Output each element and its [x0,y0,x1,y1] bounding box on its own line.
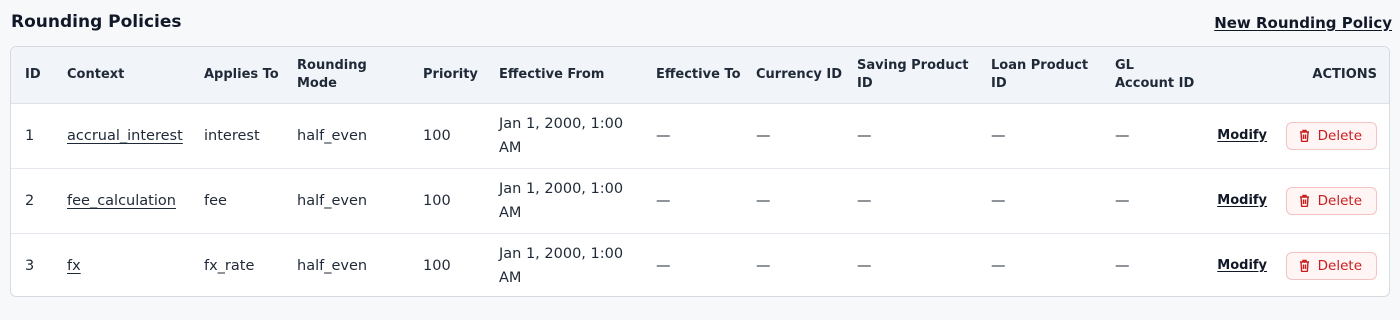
delete-label: Delete [1317,257,1362,274]
cell-actions: Modify Delete [1197,103,1389,168]
table-header-row: ID Context Applies To Rounding Mode Prio… [11,47,1389,104]
header-currency-id: Currency ID [742,47,843,104]
cell-applies-to: fx_rate [190,232,283,296]
cell-rounding-mode: half_even [283,232,409,296]
header-context: Context [53,47,190,104]
table-row: 1 accrual_interest interest half_even 10… [11,103,1389,168]
delete-button[interactable]: Delete [1285,251,1377,280]
table-row: 3 fx fx_rate half_even 100 Jan 1, 2000, … [11,232,1389,296]
header-effective-to: Effective To [642,47,742,104]
cell-currency-id: — [756,127,771,144]
page-title: Rounding Policies [11,12,182,32]
cell-applies-to: interest [204,127,260,144]
new-rounding-policy-link[interactable]: New Rounding Policy [1214,14,1392,32]
cell-effective-to: — [656,127,671,144]
header-effective-from: Effective From [485,47,642,104]
context-link[interactable]: fee_calculation [67,193,176,209]
trash-icon [1299,129,1310,142]
header-loan-product-id: Loan Product ID [977,47,1101,104]
header-priority: Priority [409,47,485,104]
cell-currency-id: — [742,232,843,296]
header-rounding-mode: Rounding Mode [283,47,409,104]
cell-currency-id: — [742,167,843,233]
delete-button[interactable]: Delete [1285,186,1377,215]
cell-gl-account-id: — [1101,167,1197,233]
cell-id: 2 [11,167,53,233]
cell-priority: 100 [423,127,451,144]
header-applies-to: Applies To [190,47,283,104]
modify-link[interactable]: Modify [1217,258,1267,273]
cell-effective-to: — [642,167,742,233]
delete-label: Delete [1317,127,1362,144]
cell-rounding-mode: half_even [297,127,368,144]
cell-loan-product-id: — [977,232,1101,296]
cell-saving-product-id: — [857,127,872,144]
modify-link[interactable]: Modify [1217,193,1267,208]
cell-gl-account-id: — [1115,127,1130,144]
cell-effective-from: Jan 1, 2000, 1:00 AM [485,232,642,296]
cell-loan-product-id: — [991,127,1006,144]
header-gl-account-id: GL Account ID [1101,47,1197,104]
cell-id: 1 [25,127,35,144]
cell-gl-account-id: — [1101,232,1197,296]
cell-effective-from: Jan 1, 2000, 1:00 AM [485,167,642,233]
cell-applies-to: fee [190,167,283,233]
cell-loan-product-id: — [977,167,1101,233]
delete-label: Delete [1317,192,1362,209]
table-row: 2 fee_calculation fee half_even 100 Jan … [11,167,1389,233]
header-actions: ACTIONS [1197,47,1389,104]
header-id: ID [11,47,53,104]
cell-priority: 100 [409,232,485,296]
cell-priority: 100 [409,167,485,233]
cell-actions: Modify Delete [1197,232,1389,296]
trash-icon [1299,259,1310,273]
context-link[interactable]: fx [67,258,81,274]
cell-actions: Modify Delete [1197,167,1389,233]
header-saving-product-id: Saving Product ID [843,47,977,104]
cell-saving-product-id: — [843,232,977,296]
context-link[interactable]: accrual_interest [67,128,183,144]
cell-effective-to: — [642,232,742,296]
rounding-policies-table: ID Context Applies To Rounding Mode Prio… [10,46,1390,297]
cell-rounding-mode: half_even [283,167,409,233]
trash-icon [1299,194,1310,207]
modify-link[interactable]: Modify [1217,128,1267,143]
cell-effective-from: Jan 1, 2000, 1:00 AM [499,115,624,156]
delete-button[interactable]: Delete [1285,121,1377,150]
cell-id: 3 [11,232,53,296]
cell-saving-product-id: — [843,167,977,233]
